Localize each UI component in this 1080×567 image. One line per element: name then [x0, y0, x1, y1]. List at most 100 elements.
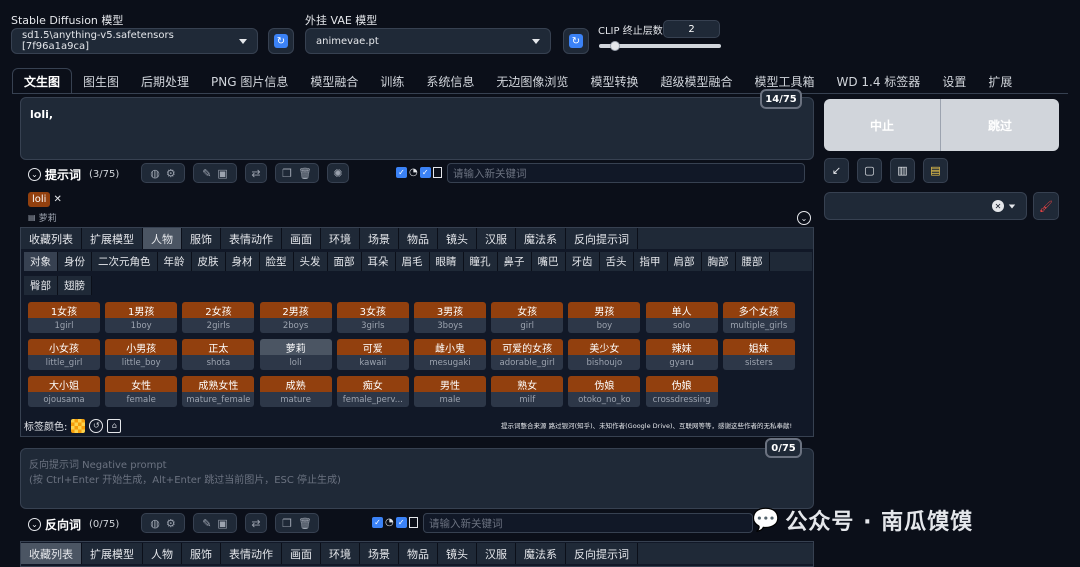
- skip-button[interactable]: 跳过: [941, 99, 1059, 151]
- sub-tab-8[interactable]: 面部: [328, 252, 362, 271]
- import-export-button[interactable]: ✎ ▣: [193, 163, 237, 183]
- negative-category-tab-4[interactable]: 表情动作: [221, 543, 282, 564]
- import-export-button[interactable]: ✎ ▣: [193, 513, 237, 533]
- interrupt-button[interactable]: 中止: [824, 99, 941, 151]
- category-tab-6[interactable]: 环境: [321, 228, 360, 249]
- square-button[interactable]: ▢: [857, 158, 882, 183]
- swap-button[interactable]: ⇄: [245, 513, 267, 533]
- sub-tab-1[interactable]: 身份: [58, 252, 92, 271]
- tag-button[interactable]: 3女孩 3girls: [336, 302, 409, 333]
- sub-tab-14[interactable]: 嘴巴: [532, 252, 566, 271]
- negative-category-tab-7[interactable]: 场景: [360, 543, 399, 564]
- sd-model-select[interactable]: sd1.5\anything-v5.safetensors [7f96a1a9c…: [11, 28, 258, 54]
- tag-button[interactable]: 2女孩 2girls: [182, 302, 255, 333]
- sub-tab-0[interactable]: 臀部: [24, 276, 58, 295]
- clipboard-button[interactable]: ▤: [923, 158, 948, 183]
- tab-3[interactable]: PNG 图片信息: [200, 68, 299, 94]
- category-tab-2[interactable]: 人物: [143, 228, 182, 249]
- tab-12[interactable]: 设置: [931, 68, 977, 94]
- sub-tab-4[interactable]: 皮肤: [192, 252, 226, 271]
- expand-icon[interactable]: ⌄: [797, 211, 811, 225]
- negative-category-tab-10[interactable]: 汉服: [477, 543, 516, 564]
- category-tab-10[interactable]: 汉服: [477, 228, 516, 249]
- tag-button[interactable]: 美少女 bishoujo: [568, 339, 641, 370]
- category-tab-3[interactable]: 服饰: [182, 228, 221, 249]
- negative-keyword-input[interactable]: 请输入新关键词: [423, 513, 753, 533]
- tag-button[interactable]: 伪娘 otoko_no_ko: [568, 376, 641, 407]
- tag-button[interactable]: 痴女 female_perv...: [336, 376, 409, 407]
- tag-button[interactable]: 单人 solo: [645, 302, 718, 333]
- chip-close-icon[interactable]: ✕: [53, 194, 61, 205]
- tab-6[interactable]: 系统信息: [415, 68, 485, 94]
- reset-icon[interactable]: ↺: [89, 418, 104, 433]
- sub-tab-10[interactable]: 眉毛: [396, 252, 430, 271]
- tab-11[interactable]: WD 1.4 标签器: [825, 68, 931, 94]
- category-tab-0[interactable]: 收藏列表: [21, 228, 82, 249]
- negative-category-tab-8[interactable]: 物品: [399, 543, 438, 564]
- sub-tab-2[interactable]: 二次元角色: [92, 252, 158, 271]
- refresh-sd-model-button[interactable]: ↻: [268, 28, 294, 54]
- ai-button[interactable]: ✺: [327, 163, 349, 183]
- tab-2[interactable]: 后期处理: [130, 68, 200, 94]
- tag-button[interactable]: 成熟 mature: [259, 376, 332, 407]
- checkbox-icon[interactable]: ✓: [396, 167, 407, 178]
- color-picker-icon[interactable]: [71, 418, 86, 433]
- tag-button[interactable]: 熟女 milf: [491, 376, 564, 407]
- tag-button[interactable]: 姐妹 sisters: [722, 339, 795, 370]
- tag-button[interactable]: 正太 shota: [182, 339, 255, 370]
- tag-button[interactable]: 伪娘 crossdressing: [645, 376, 718, 407]
- negative-toolbar-title[interactable]: ⌄ 反向词 (0/75): [28, 516, 119, 533]
- tag-button[interactable]: 1男孩 1boy: [105, 302, 178, 333]
- tag-button[interactable]: 1女孩 1girl: [28, 302, 100, 333]
- tab-13[interactable]: 扩展: [977, 68, 1023, 94]
- sub-tab-13[interactable]: 鼻子: [498, 252, 532, 271]
- negative-prompt-textarea[interactable]: 反向提示词 Negative prompt (按 Ctrl+Enter 开始生成…: [20, 448, 814, 509]
- sub-tab-7[interactable]: 头发: [294, 252, 328, 271]
- tab-7[interactable]: 无边图像浏览: [485, 68, 579, 94]
- checkbox-icon[interactable]: ✓: [395, 517, 407, 528]
- category-tab-8[interactable]: 物品: [399, 228, 438, 249]
- tag-button[interactable]: 大小姐 ojousama: [28, 376, 100, 407]
- checkbox-icon[interactable]: ✓: [372, 517, 383, 528]
- copy-clear-button[interactable]: ❐ 🗑: [275, 163, 319, 183]
- tag-button[interactable]: 辣妹 gyaru: [645, 339, 718, 370]
- prompt-keyword-input[interactable]: 请输入新关键词: [447, 163, 805, 183]
- translate-button[interactable]: ◍ ⚙: [141, 513, 185, 533]
- tab-1[interactable]: 图生图: [72, 68, 130, 94]
- negative-category-tab-0[interactable]: 收藏列表: [21, 543, 82, 564]
- negative-category-tab-12[interactable]: 反向提示词: [566, 543, 638, 564]
- sub-tab-18[interactable]: 肩部: [668, 252, 702, 271]
- sub-tab-16[interactable]: 舌头: [600, 252, 634, 271]
- tag-button[interactable]: 小女孩 little_girl: [28, 339, 100, 370]
- tag-button[interactable]: 成熟女性 mature_female: [182, 376, 255, 407]
- sub-tab-3[interactable]: 年龄: [158, 252, 192, 271]
- negative-category-tab-9[interactable]: 镜头: [438, 543, 477, 564]
- negative-category-tab-6[interactable]: 环境: [321, 543, 360, 564]
- clip-number-input[interactable]: 2: [663, 20, 720, 38]
- category-tab-7[interactable]: 场景: [360, 228, 399, 249]
- copy-clear-button[interactable]: ❐ 🗑: [275, 513, 319, 533]
- swap-button[interactable]: ⇄: [245, 163, 267, 183]
- tag-button[interactable]: 2男孩 2boys: [259, 302, 332, 333]
- styles-select[interactable]: ✕: [824, 192, 1027, 220]
- tab-0[interactable]: 文生图: [12, 68, 73, 94]
- sub-tab-9[interactable]: 耳朵: [362, 252, 396, 271]
- negative-category-tab-3[interactable]: 服饰: [182, 543, 221, 564]
- category-tab-1[interactable]: 扩展模型: [82, 228, 143, 249]
- sub-tab-19[interactable]: 胸部: [702, 252, 736, 271]
- refresh-vae-button[interactable]: ↻: [563, 28, 589, 54]
- sub-tab-12[interactable]: 瞳孔: [464, 252, 498, 271]
- category-tab-4[interactable]: 表情动作: [221, 228, 282, 249]
- category-tab-9[interactable]: 镜头: [438, 228, 477, 249]
- tag-button[interactable]: 男孩 boy: [568, 302, 641, 333]
- prompt-toolbar-title[interactable]: ⌄ 提示词 (3/75): [28, 166, 119, 183]
- tag-button[interactable]: 雌小鬼 mesugaki: [414, 339, 486, 370]
- palette-icon[interactable]: ⌂: [107, 418, 122, 433]
- negative-category-tab-11[interactable]: 魔法系: [516, 543, 566, 564]
- trash-button[interactable]: ▥: [890, 158, 915, 183]
- clear-icon[interactable]: ✕: [992, 200, 1004, 212]
- tag-button[interactable]: 可爱的女孩 adorable_girl: [491, 339, 564, 370]
- tag-button[interactable]: 可爱 kawaii: [336, 339, 409, 370]
- tag-button[interactable]: 萝莉 loli: [259, 339, 332, 370]
- tab-4[interactable]: 模型融合: [299, 68, 369, 94]
